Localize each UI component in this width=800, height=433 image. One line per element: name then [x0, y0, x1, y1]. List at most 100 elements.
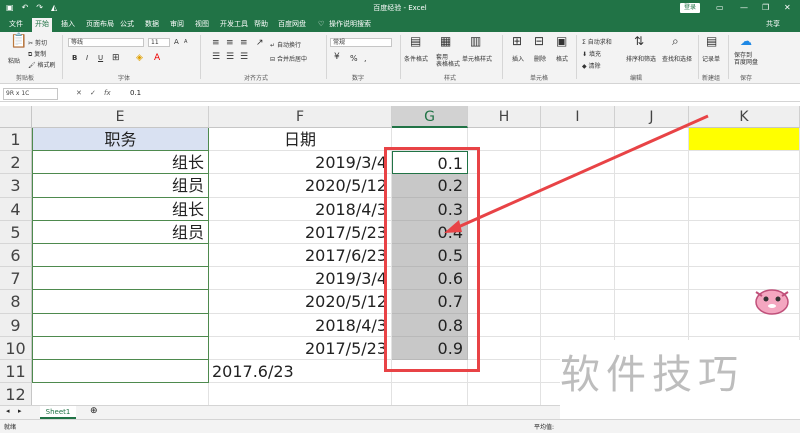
sort-filter-button[interactable]: 排序和筛选 [626, 54, 656, 63]
column-header-F[interactable]: F [209, 106, 392, 128]
tell-me-search[interactable]: 操作说明搜索 [326, 18, 374, 32]
format-painter-button[interactable]: 🖌 格式刷 [28, 60, 56, 69]
cell-G8[interactable]: 0.7 [392, 290, 468, 314]
format-cells-button[interactable]: 格式 [556, 54, 568, 63]
cell-F5[interactable]: 2017/5/23 [209, 220, 392, 244]
cell-K2[interactable] [689, 151, 800, 175]
conditional-format-icon[interactable]: ▤ [410, 35, 421, 47]
cell-K4[interactable] [689, 197, 800, 221]
close-icon[interactable]: ✕ [784, 2, 791, 13]
font-size-select[interactable]: 11 [148, 38, 170, 47]
cell-F9[interactable]: 2018/4/3 [209, 313, 392, 337]
fill-color-bucket-icon[interactable]: ◈ [136, 53, 143, 63]
cell-G11[interactable] [392, 360, 468, 384]
cell-H2[interactable] [468, 151, 541, 175]
add-sheet-icon[interactable]: ⊕ [90, 406, 98, 416]
cell-J6[interactable] [615, 244, 689, 268]
column-header-J[interactable]: J [615, 106, 689, 128]
cell-H10[interactable] [468, 336, 541, 360]
cell-H11[interactable] [468, 360, 541, 384]
cell-F12[interactable] [209, 383, 392, 407]
cell-K1[interactable] [689, 128, 800, 152]
cell-J9[interactable] [615, 313, 689, 337]
scroll-left-icon[interactable]: ◂ [6, 407, 10, 415]
row-header-9[interactable]: 9 [0, 313, 32, 337]
cell-K6[interactable] [689, 244, 800, 268]
cell-H3[interactable] [468, 174, 541, 198]
select-all-corner[interactable] [0, 106, 32, 128]
column-header-K[interactable]: K [689, 106, 800, 128]
cloud-save-icon[interactable]: ☁ [740, 35, 752, 47]
tab-formulas[interactable]: 公式 [117, 18, 137, 32]
cell-G10[interactable]: 0.9 [392, 336, 468, 360]
format-table-icon[interactable]: ▦ [440, 35, 451, 47]
row-header-10[interactable]: 10 [0, 336, 32, 360]
insert-cells-button[interactable]: 插入 [512, 54, 524, 63]
cell-K3[interactable] [689, 174, 800, 198]
cell-J1[interactable] [615, 128, 689, 152]
cell-F11[interactable]: 2017.6/23 [209, 360, 392, 384]
tab-page-layout[interactable]: 页面布局 [83, 18, 117, 32]
cell-K5[interactable] [689, 220, 800, 244]
fill-button[interactable]: ⬇ 填充 [582, 49, 601, 58]
row-header-8[interactable]: 8 [0, 290, 32, 314]
login-button[interactable]: 登录 [680, 3, 700, 13]
find-icon[interactable]: ⌕ [672, 35, 679, 47]
cell-H5[interactable] [468, 220, 541, 244]
column-header-G[interactable]: G [392, 106, 468, 128]
grow-font-button[interactable]: A [174, 38, 179, 46]
column-header-I[interactable]: I [541, 106, 615, 128]
paste-button[interactable]: 粘贴 [8, 56, 20, 65]
cell-J5[interactable] [615, 220, 689, 244]
scroll-right-icon[interactable]: ▸ [18, 407, 22, 415]
cell-E6[interactable] [32, 244, 209, 268]
tab-help[interactable]: 帮助 [251, 18, 271, 32]
bold-button[interactable]: B [72, 54, 77, 62]
cell-F6[interactable]: 2017/6/23 [209, 244, 392, 268]
share-button[interactable]: 共享 [766, 19, 780, 29]
row-header-5[interactable]: 5 [0, 220, 32, 244]
cell-G5[interactable]: 0.4 [392, 220, 468, 244]
cell-H4[interactable] [468, 197, 541, 221]
cell-E11[interactable] [32, 360, 209, 384]
cell-E2[interactable]: 组长 [32, 151, 209, 175]
confirm-icon[interactable]: ✓ [90, 89, 96, 97]
clear-button[interactable]: ◆ 清除 [582, 61, 601, 70]
conditional-format-button[interactable]: 条件格式 [404, 54, 428, 63]
underline-button[interactable]: U [98, 54, 103, 62]
save-to-netdisk-button[interactable]: 保存到 百度网盘 [734, 52, 758, 66]
cell-J4[interactable] [615, 197, 689, 221]
align-left-icon[interactable]: ☰ [212, 52, 220, 62]
cell-styles-button[interactable]: 单元格样式 [462, 54, 492, 63]
row-header-6[interactable]: 6 [0, 244, 32, 268]
autosum-button[interactable]: Σ 自动求和 [582, 37, 612, 46]
align-right-icon[interactable]: ☰ [240, 52, 248, 62]
column-header-E[interactable]: E [32, 106, 209, 128]
merge-center-button[interactable]: ⊟ 合并后居中 [270, 54, 307, 63]
tab-insert[interactable]: 插入 [58, 18, 78, 32]
cell-J8[interactable] [615, 290, 689, 314]
cell-E8[interactable] [32, 290, 209, 314]
cell-E7[interactable] [32, 267, 209, 291]
row-header-12[interactable]: 12 [0, 383, 32, 407]
cell-H8[interactable] [468, 290, 541, 314]
orientation-icon[interactable]: ↗ [256, 38, 264, 48]
cell-I4[interactable] [541, 197, 615, 221]
cell-styles-icon[interactable]: ▥ [470, 35, 481, 47]
cell-E10[interactable] [32, 336, 209, 360]
cell-G6[interactable]: 0.5 [392, 244, 468, 268]
tab-developer[interactable]: 开发工具 [217, 18, 251, 32]
delete-cells-icon[interactable]: ⊟ [534, 35, 544, 47]
delete-cells-button[interactable]: 删除 [534, 54, 546, 63]
column-header-H[interactable]: H [468, 106, 541, 128]
sheet-tab-sheet1[interactable]: Sheet1 [40, 406, 76, 419]
row-header-11[interactable]: 11 [0, 360, 32, 384]
cell-I6[interactable] [541, 244, 615, 268]
tab-baidu-netdisk[interactable]: 百度网盘 [275, 18, 309, 32]
align-middle-icon[interactable]: ≡ [226, 38, 234, 48]
cell-H1[interactable] [468, 128, 541, 152]
cell-G3[interactable]: 0.2 [392, 174, 468, 198]
cell-J2[interactable] [615, 151, 689, 175]
comma-button[interactable]: , [364, 54, 367, 63]
italic-button[interactable]: I [86, 54, 88, 62]
